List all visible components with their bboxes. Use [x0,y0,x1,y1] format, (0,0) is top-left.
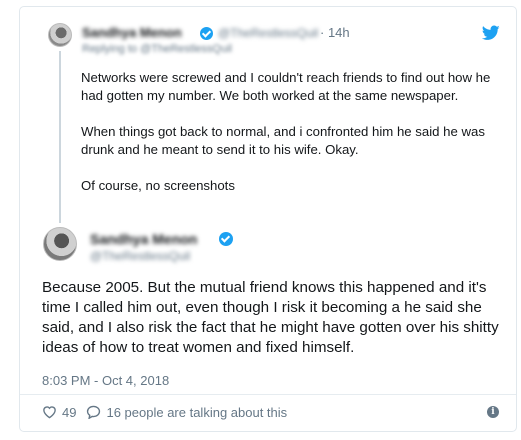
parent-author-handle[interactable]: @TheRestlessQuil [218,26,318,40]
twitter-bird-icon[interactable] [482,25,500,41]
main-author-name[interactable]: Sandhya Menon [90,231,197,247]
parent-avatar[interactable] [48,23,72,47]
comment-bubble-icon[interactable] [86,405,101,419]
parent-timestamp[interactable]: · 14h [320,25,350,40]
parent-tweet[interactable]: Sandhya Menon @TheRestlessQuil · 14h Rep… [20,7,516,227]
main-tweet-text: Because 2005. But the mutual friend know… [42,279,499,356]
divider [20,394,516,395]
like-count[interactable]: 49 [62,405,76,420]
tweet-actions: 49 16 people are talking about this [42,401,287,423]
parent-paragraph: When things got back to normal, and i co… [81,124,485,157]
replying-to-label: Replying to @TheRestlessQuil [82,43,232,55]
info-icon[interactable]: i [487,406,499,418]
heart-icon[interactable] [42,405,57,419]
parent-paragraph: Of course, no screenshots [81,178,235,193]
thread-connector-line [59,51,61,223]
main-avatar[interactable] [43,227,77,261]
parent-tweet-text: Networks were screwed and I couldn't rea… [81,69,501,213]
parent-author-name[interactable]: Sandhya Menon [82,25,182,40]
main-tweet-timestamp[interactable]: 8:03 PM - Oct 4, 2018 [42,373,169,388]
conversation-count[interactable]: 16 people are talking about this [106,405,287,420]
main-author-handle[interactable]: @TheRestlessQuil [90,249,190,263]
main-verified-badge-icon [219,232,233,246]
parent-verified-badge-icon [200,27,213,40]
embedded-tweet-card: Sandhya Menon @TheRestlessQuil · 14h Rep… [19,6,517,432]
parent-paragraph: Networks were screwed and I couldn't rea… [81,70,491,103]
